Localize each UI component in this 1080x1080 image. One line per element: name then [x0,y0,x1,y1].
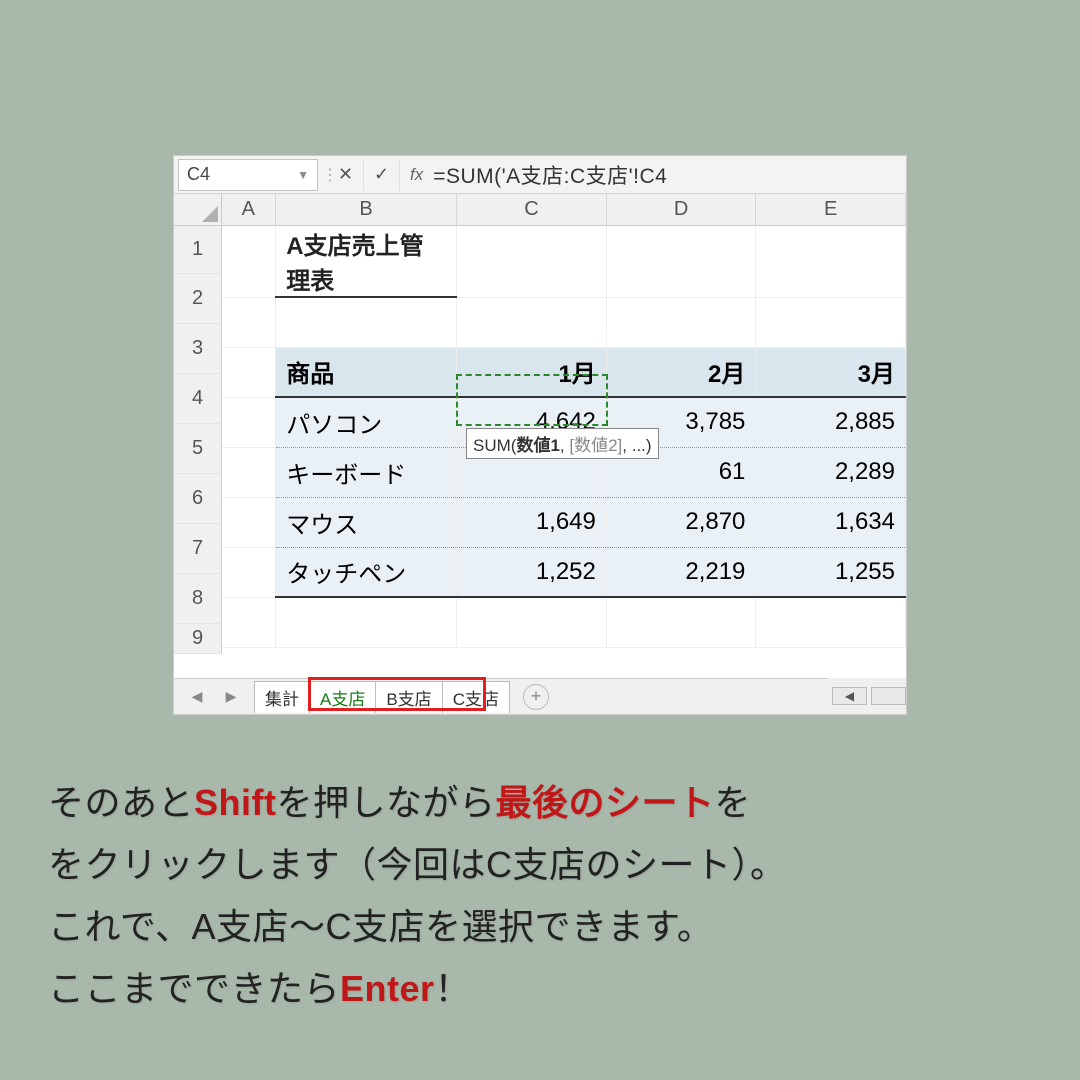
row-header-4[interactable]: 4 [174,374,222,424]
tab-nav[interactable]: ◀ ▶ [174,688,254,705]
formula-bar: C4 ▼ ⋮ ✕ ✓ fx =SUM('A支店:C支店'!C4 [174,156,906,194]
tooltip-arg2: [数値2] [569,436,622,455]
instruction-text: そのあとShiftを押しながら最後のシートを をクリックします（今回はC支店のシ… [48,772,1048,1020]
table-cell[interactable]: キーボード [276,447,457,497]
spreadsheet-grid: A B C D E 1 2 3 4 5 6 7 8 9 [174,194,906,678]
table-cell[interactable]: 2,885 [756,397,906,447]
select-all-corner[interactable] [174,194,222,226]
sheet-tab-summary[interactable]: 集計 [254,681,310,713]
row-header-1[interactable]: 1 [174,226,222,274]
tab-nav-prev-icon[interactable]: ◀ [192,688,203,705]
function-tooltip: SUM(数値1, [数値2], ...) [466,428,659,459]
sheet-tab-b[interactable]: B支店 [375,681,442,713]
column-header-row: A B C D E [174,194,906,226]
cell-title[interactable]: A支店売上管理表 [276,226,457,297]
hscroll-left-icon[interactable]: ◀ [832,687,867,705]
name-box-value: C4 [187,164,210,185]
table-cell[interactable]: マウス [276,497,457,547]
name-box-dropdown-icon[interactable]: ▼ [297,168,309,182]
col-header-D[interactable]: D [607,194,757,226]
row-header-8[interactable]: 8 [174,574,222,624]
table-cell[interactable]: タッチペン [276,547,457,597]
name-box[interactable]: C4 ▼ [178,159,318,191]
row-header-3[interactable]: 3 [174,324,222,374]
row-header-5[interactable]: 5 [174,424,222,474]
table-cell[interactable]: 1,252 [457,547,607,597]
cells-area[interactable]: A支店売上管理表 商品 1月 2月 3月 パソコン 4,642 [222,226,906,678]
table-cell[interactable]: 1,255 [756,547,906,597]
row-header-2[interactable]: 2 [174,274,222,324]
hscroll[interactable]: ◀ [828,678,906,714]
table-header-m1[interactable]: 1月 [457,347,607,397]
table-cell[interactable]: 2,219 [606,547,756,597]
formula-input[interactable]: =SUM('A支店:C支店'!C4 [433,160,906,190]
row-headers: 1 2 3 4 5 6 7 8 9 [174,226,222,678]
sheet-tab-a[interactable]: A支店 [309,681,376,713]
sheet-tabs-bar: ◀ ▶ 集計 A支店 B支店 C支店 + ◀ [174,678,906,714]
excel-window: C4 ▼ ⋮ ✕ ✓ fx =SUM('A支店:C支店'!C4 A B C D … [173,155,907,715]
hscroll-track[interactable] [871,687,906,705]
table-header-m2[interactable]: 2月 [606,347,756,397]
col-header-E[interactable]: E [756,194,906,226]
tooltip-arg1: 数値1 [516,436,559,455]
sheet-tab-c[interactable]: C支店 [442,681,510,713]
cancel-formula-button[interactable]: ✕ [328,159,364,191]
table-cell[interactable]: 2,870 [606,497,756,547]
row-header-9[interactable]: 9 [174,624,222,654]
table-header-m3[interactable]: 3月 [756,347,906,397]
row-header-7[interactable]: 7 [174,524,222,574]
col-header-B[interactable]: B [276,194,458,226]
tab-nav-next-icon[interactable]: ▶ [226,688,237,705]
enter-formula-button[interactable]: ✓ [364,159,400,191]
table-cell[interactable]: 1,634 [756,497,906,547]
col-header-A[interactable]: A [222,194,276,226]
fx-icon[interactable]: fx [400,165,433,185]
row-header-6[interactable]: 6 [174,474,222,524]
table-header-product[interactable]: 商品 [276,347,457,397]
new-sheet-button[interactable]: + [523,684,549,710]
table-cell[interactable]: パソコン [276,397,457,447]
table-cell[interactable]: 2,289 [756,447,906,497]
col-header-C[interactable]: C [457,194,607,226]
table-cell[interactable]: 1,649 [457,497,607,547]
tooltip-fn: SUM( [473,436,516,455]
